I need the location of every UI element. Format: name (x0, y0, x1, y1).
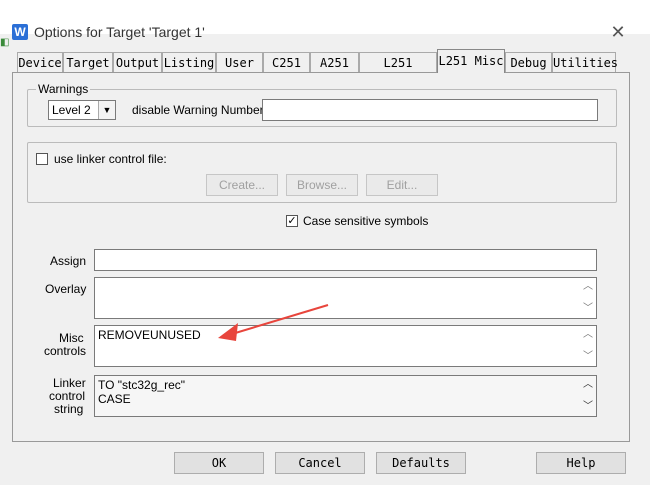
annotation-arrow (218, 304, 329, 341)
arrowhead-icon (218, 323, 238, 341)
button-bar: OK Cancel Defaults Help (0, 443, 650, 485)
arrow-shaft (231, 304, 329, 335)
defaults-button[interactable]: Defaults (376, 452, 466, 474)
cancel-button[interactable]: Cancel (275, 452, 365, 474)
tab-l251-misc[interactable]: L251 Misc (437, 49, 505, 73)
ok-button[interactable]: OK (174, 452, 264, 474)
help-button[interactable]: Help (536, 452, 626, 474)
options-dialog: W Options for Target 'Target 1' ✕ ◧ Devi… (0, 0, 650, 485)
